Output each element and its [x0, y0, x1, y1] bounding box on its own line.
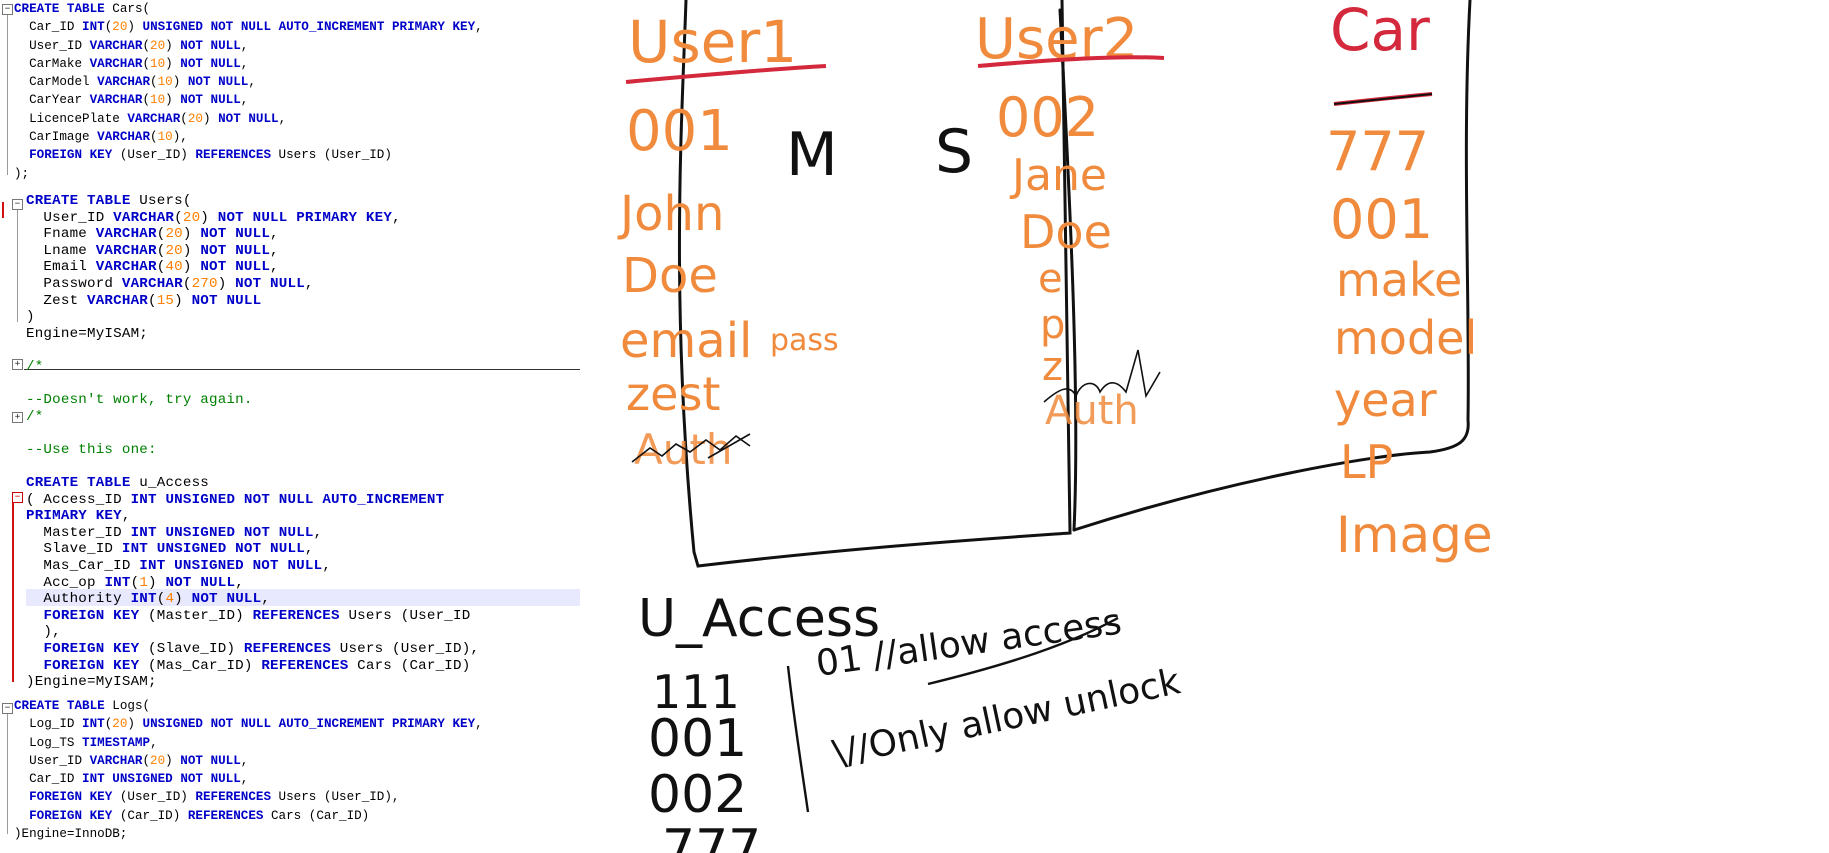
slave-label: S: [935, 117, 973, 187]
code-line[interactable]: FOREIGN KEY (User_ID) REFERENCES Users (…: [14, 146, 483, 164]
code-line[interactable]: PRIMARY KEY,: [26, 508, 479, 525]
code-block-users-and-access[interactable]: CREATE TABLE Users( User_ID VARCHAR(20) …: [26, 193, 479, 690]
code-line[interactable]: Fname VARCHAR(20) NOT NULL,: [26, 226, 479, 243]
sql-editor[interactable]: − CREATE TABLE Cars( Car_ID INT(20) UNSI…: [0, 0, 590, 853]
fold-toggle-logs[interactable]: −: [2, 703, 13, 714]
user2-email: e: [1038, 256, 1063, 302]
code-line[interactable]: /*: [26, 409, 479, 426]
u-access-divider: [786, 665, 810, 813]
code-line[interactable]: CREATE TABLE Cars(: [14, 0, 483, 18]
code-line[interactable]: --Doesn't work, try again.: [26, 392, 479, 409]
code-line[interactable]: Log_TS TIMESTAMP,: [14, 734, 483, 752]
code-line[interactable]: CarMake VARCHAR(10) NOT NULL,: [14, 55, 483, 73]
code-line[interactable]: Email VARCHAR(40) NOT NULL,: [26, 259, 479, 276]
code-block-cars-table[interactable]: CREATE TABLE Cars( Car_ID INT(20) UNSIGN…: [14, 0, 483, 181]
code-line[interactable]: FOREIGN KEY (User_ID) REFERENCES Users (…: [14, 788, 483, 806]
code-line[interactable]: Zest VARCHAR(15) NOT NULL: [26, 293, 479, 310]
code-line[interactable]: Slave_ID INT UNSIGNED NOT NULL,: [26, 541, 479, 558]
car-year: year: [1334, 373, 1437, 427]
car-owner-id: 001: [1330, 188, 1433, 251]
code-line[interactable]: Engine=MyISAM;: [26, 326, 479, 343]
hand-drawn-schema-sketch: User1 001 John Doe email pass zest Auth …: [617, 0, 1493, 853]
user2-pass: p: [1040, 302, 1065, 348]
user2-fname: Jane: [1009, 150, 1107, 201]
fold-toggle-comment-2[interactable]: +: [12, 412, 23, 423]
code-line[interactable]: ( Access_ID INT UNSIGNED NOT NULL AUTO_I…: [26, 492, 479, 509]
code-line[interactable]: Log_ID INT(20) UNSIGNED NOT NULL AUTO_IN…: [14, 715, 483, 733]
code-line[interactable]: FOREIGN KEY (Slave_ID) REFERENCES Users …: [26, 641, 479, 658]
fold-toggle-comment[interactable]: +: [12, 359, 23, 370]
u-access-id-3: 002: [648, 765, 747, 825]
user1-fname: John: [617, 186, 724, 242]
code-line[interactable]: )Engine=MyISAM;: [26, 674, 479, 691]
u-access-note-2: \//Only allow unlock: [829, 661, 1184, 775]
code-line[interactable]: Car_ID INT(20) UNSIGNED NOT NULL AUTO_IN…: [14, 18, 483, 36]
code-line[interactable]: User_ID VARCHAR(20) NOT NULL,: [14, 752, 483, 770]
code-line[interactable]: --Use this one:: [26, 442, 479, 459]
code-line[interactable]: FOREIGN KEY (Car_ID) REFERENCES Cars (Ca…: [14, 807, 483, 825]
car-title: Car: [1330, 0, 1430, 64]
code-line[interactable]: /*: [26, 359, 479, 376]
u-access-id-4: 777: [662, 819, 761, 853]
code-line[interactable]: Authority INT(4) NOT NULL,: [26, 591, 479, 608]
code-line[interactable]: FOREIGN KEY (Master_ID) REFERENCES Users…: [26, 608, 479, 625]
u-access-id-2: 001: [648, 709, 747, 769]
bookmark-marker: [2, 202, 4, 218]
car-underline-ink: [1333, 93, 1433, 105]
code-block-logs-table[interactable]: CREATE TABLE Logs( Log_ID INT(20) UNSIGN…: [14, 697, 483, 841]
code-line[interactable]: Master_ID INT UNSIGNED NOT NULL,: [26, 525, 479, 542]
fold-guide: [7, 714, 8, 834]
user1-email: email: [620, 313, 752, 369]
code-line[interactable]: ): [26, 309, 479, 326]
user1-pass: pass: [770, 323, 839, 358]
code-line[interactable]: Acc_op INT(1) NOT NULL,: [26, 575, 479, 592]
user2-id: 002: [996, 86, 1099, 149]
code-line[interactable]: )Engine=InnoDB;: [14, 825, 483, 843]
code-line[interactable]: CREATE TABLE u_Access: [26, 475, 479, 492]
fold-toggle-users[interactable]: −: [12, 199, 23, 210]
code-line[interactable]: Password VARCHAR(270) NOT NULL,: [26, 276, 479, 293]
code-line[interactable]: Lname VARCHAR(20) NOT NULL,: [26, 243, 479, 260]
code-line[interactable]: User_ID VARCHAR(20) NOT NULL PRIMARY KEY…: [26, 210, 479, 227]
bookmark-marker: [12, 496, 14, 682]
code-line[interactable]: Mas_Car_ID INT UNSIGNED NOT NULL,: [26, 558, 479, 575]
fold-guide: [17, 210, 18, 322]
user1-zest: zest: [626, 367, 720, 421]
code-line[interactable]: CarYear VARCHAR(10) NOT NULL,: [14, 91, 483, 109]
car-model: model: [1334, 311, 1477, 365]
fold-toggle-cars[interactable]: −: [2, 4, 13, 15]
fold-toggle-u-access[interactable]: −: [12, 492, 23, 503]
code-line[interactable]: CREATE TABLE Logs(: [14, 697, 483, 715]
user1-title: User1: [628, 8, 797, 76]
user1-lname: Doe: [622, 248, 718, 304]
code-line[interactable]: [26, 459, 479, 476]
code-line[interactable]: [26, 342, 479, 359]
code-line[interactable]: );: [14, 165, 483, 183]
user1-id: 001: [626, 99, 733, 164]
user2-zest: z: [1042, 344, 1063, 390]
user2-lname: Doe: [1020, 205, 1112, 259]
user2-auth: Auth: [1045, 388, 1139, 434]
car-make: make: [1336, 253, 1462, 307]
code-line[interactable]: ),: [26, 624, 479, 641]
code-line[interactable]: FOREIGN KEY (Mas_Car_ID) REFERENCES Cars…: [26, 658, 479, 675]
code-line[interactable]: User_ID VARCHAR(20) NOT NULL,: [14, 37, 483, 55]
code-line[interactable]: [26, 376, 479, 393]
code-line[interactable]: Car_ID INT UNSIGNED NOT NULL,: [14, 770, 483, 788]
code-line[interactable]: CarImage VARCHAR(10),: [14, 128, 483, 146]
car-lp: LP: [1340, 435, 1393, 489]
code-line[interactable]: [26, 425, 479, 442]
code-line[interactable]: LicencePlate VARCHAR(20) NOT NULL,: [14, 110, 483, 128]
fold-guide: [7, 15, 8, 175]
car-image: Image: [1336, 506, 1493, 564]
code-line[interactable]: CarModel VARCHAR(10) NOT NULL,: [14, 73, 483, 91]
code-line[interactable]: CREATE TABLE Users(: [26, 193, 479, 210]
car-id: 777: [1326, 120, 1429, 183]
master-label: M: [786, 120, 838, 190]
